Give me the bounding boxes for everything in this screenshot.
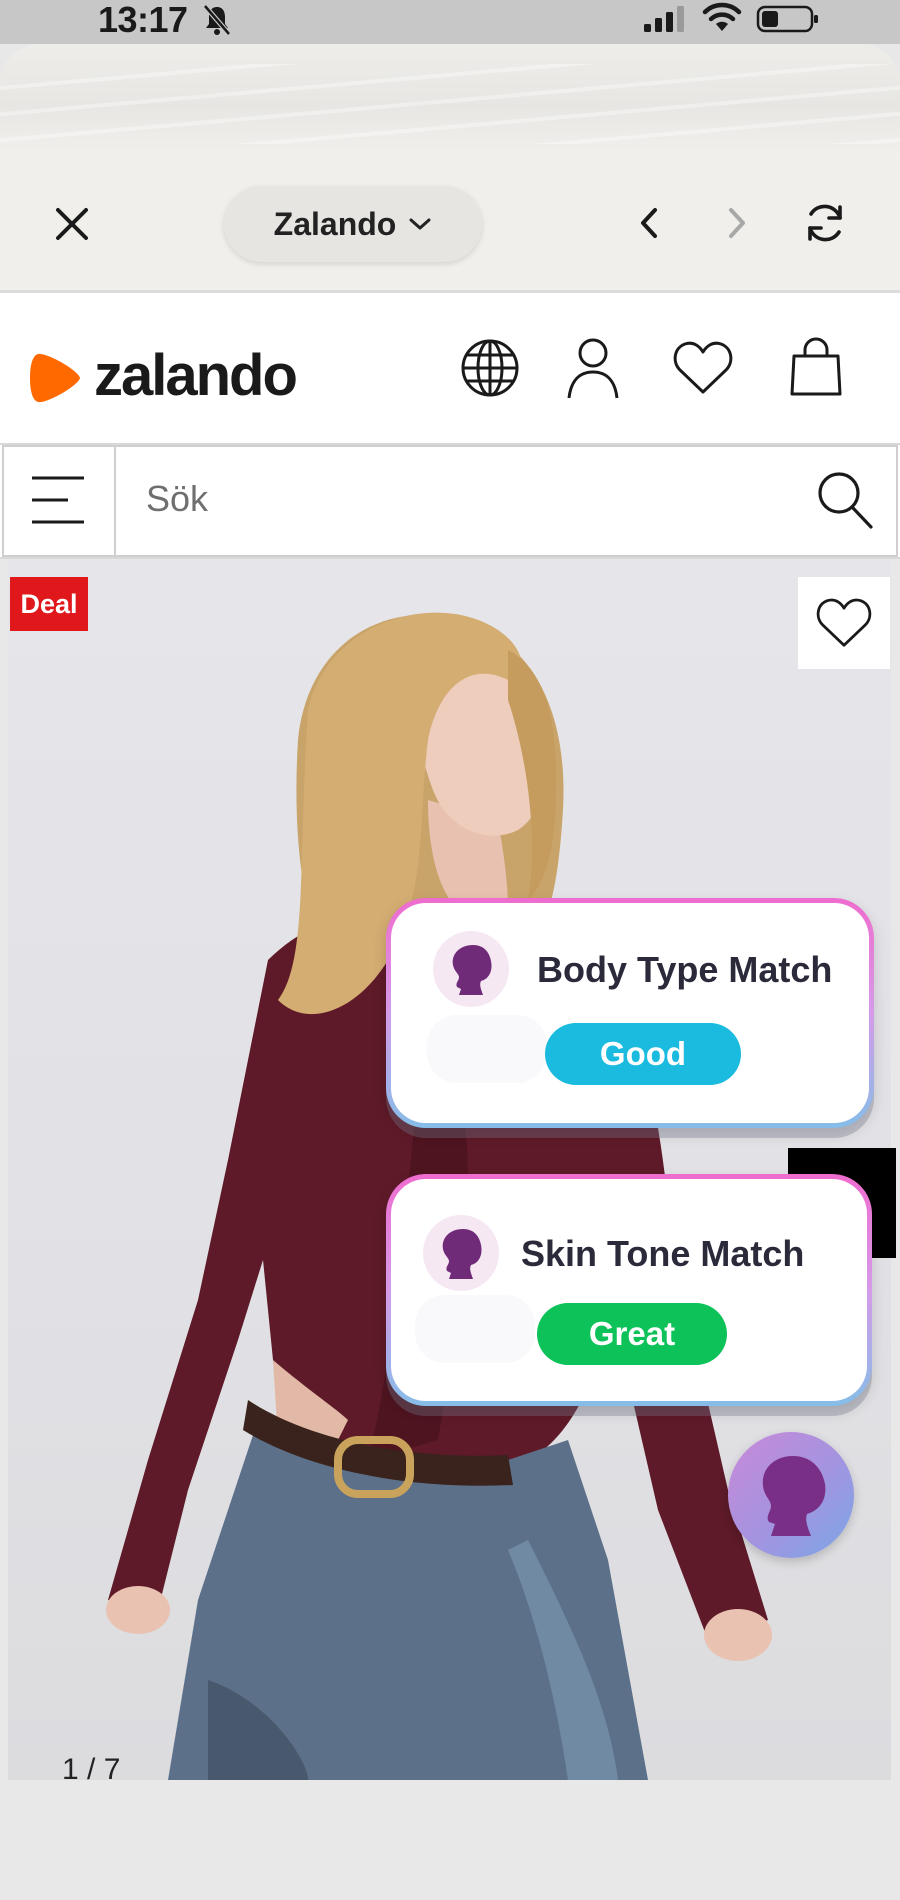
status-bar: 13:17 <box>0 0 900 44</box>
globe-icon[interactable] <box>460 338 520 398</box>
close-icon[interactable] <box>52 204 92 244</box>
bottom-area <box>0 1781 900 1900</box>
sheet-drag-area[interactable] <box>0 44 900 156</box>
wifi-icon <box>702 2 742 31</box>
bag-icon[interactable] <box>788 336 844 398</box>
search-placeholder: Sök <box>146 478 209 519</box>
search-input[interactable] <box>116 445 898 557</box>
card-placeholder <box>427 1015 547 1083</box>
reload-icon[interactable] <box>802 200 848 246</box>
product-image[interactable] <box>8 560 891 1780</box>
signal-icon <box>644 6 684 32</box>
body-type-match-card[interactable]: Body Type Match Good <box>386 898 874 1128</box>
avatar <box>423 1215 499 1291</box>
rating-badge: Good <box>545 1023 741 1085</box>
battery-icon <box>756 5 818 33</box>
avatar <box>433 931 509 1007</box>
style-assistant-button[interactable] <box>728 1432 854 1558</box>
site-name: Zalando <box>273 205 397 242</box>
woman-silhouette-icon <box>442 1229 482 1279</box>
woman-silhouette-icon <box>762 1456 826 1536</box>
card-title: Skin Tone Match <box>521 1233 805 1274</box>
bell-muted-icon <box>203 4 231 36</box>
heart-icon <box>816 598 872 647</box>
menu-icon[interactable] <box>28 472 88 528</box>
card-placeholder <box>415 1295 535 1363</box>
forward-icon[interactable] <box>718 205 754 241</box>
rating-badge: Great <box>537 1303 727 1365</box>
zalando-logo-icon[interactable] <box>28 350 84 406</box>
card-title: Body Type Match <box>537 949 833 990</box>
chevron-down-icon <box>409 218 431 230</box>
heart-icon[interactable] <box>672 340 734 396</box>
add-to-wishlist-button[interactable] <box>798 577 890 669</box>
back-icon[interactable] <box>632 205 668 241</box>
zalando-logo-text[interactable]: zalando <box>94 336 298 416</box>
deal-badge: Deal <box>10 577 88 631</box>
woman-silhouette-icon <box>452 945 492 995</box>
user-icon[interactable] <box>566 336 620 400</box>
model-photo <box>106 612 772 1780</box>
status-time: 13:17 <box>98 0 188 40</box>
search-icon[interactable] <box>816 470 874 530</box>
site-selector-button[interactable]: Zalando <box>224 186 482 262</box>
skin-tone-match-card[interactable]: Skin Tone Match Great <box>386 1174 872 1406</box>
